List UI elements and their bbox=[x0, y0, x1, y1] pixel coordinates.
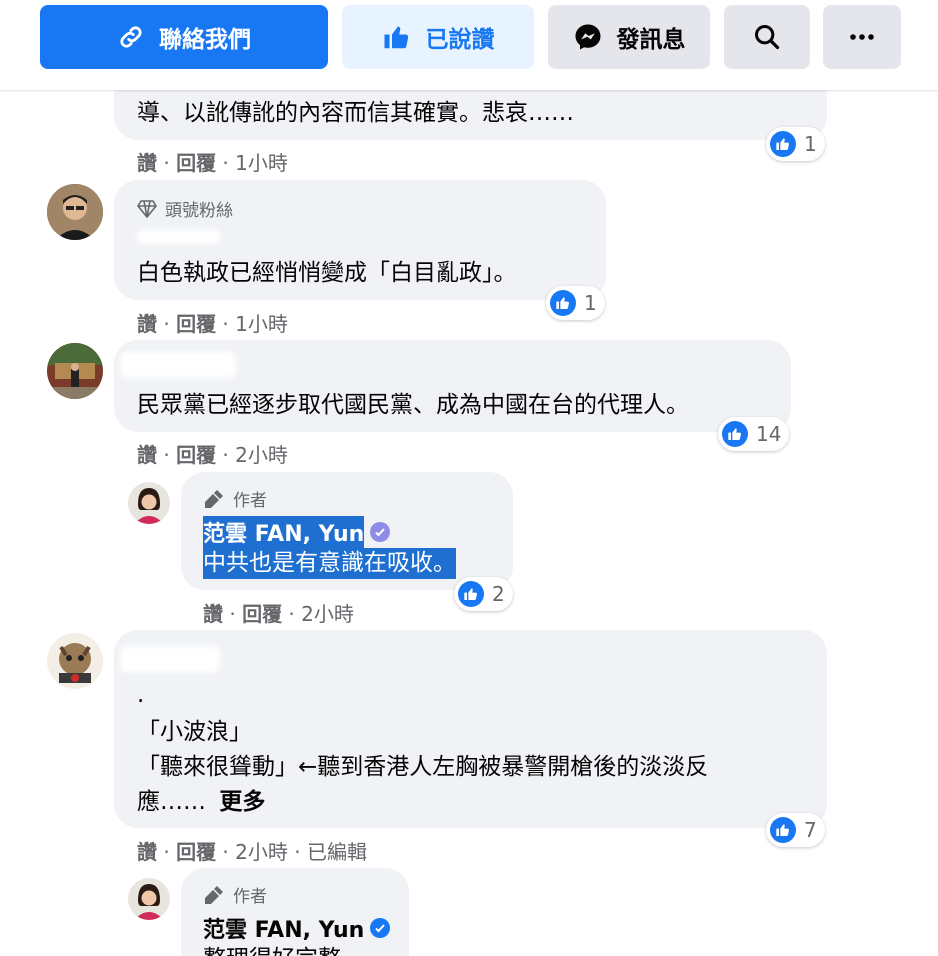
author-name-text: 范雲 FAN, Yun bbox=[203, 918, 365, 943]
redacted-name bbox=[120, 352, 236, 378]
liked-button[interactable]: 已說讚 bbox=[342, 5, 534, 69]
comments-feed: 導、以訛傳訛的內容而信其確實。悲哀…… 1 讚 · 回覆 · 1小時 頭號粉絲 … bbox=[0, 90, 938, 956]
more-horizontal-icon bbox=[850, 34, 874, 40]
comment-text: 「聽來很聳動」←聽到香港人左胸被暴警開槍後的淡淡反 bbox=[137, 754, 709, 780]
reply-time[interactable]: 2小時 bbox=[301, 602, 354, 626]
like-link[interactable]: 讚 bbox=[137, 151, 157, 175]
reaction-number: 1 bbox=[584, 291, 597, 315]
reaction-number: 7 bbox=[804, 818, 817, 842]
reply-actions: 讚 · 回覆 · 2小時 bbox=[203, 602, 354, 626]
reaction-count[interactable]: 1 bbox=[766, 127, 825, 161]
commenter-avatar[interactable] bbox=[47, 343, 103, 399]
microphone-icon bbox=[205, 885, 223, 904]
reaction-number: 2 bbox=[492, 582, 505, 606]
reply-link[interactable]: 回覆 bbox=[176, 840, 216, 864]
diamond-icon bbox=[137, 199, 157, 218]
like-link[interactable]: 讚 bbox=[137, 443, 157, 467]
more-options-button[interactable] bbox=[823, 5, 901, 69]
messenger-icon bbox=[575, 24, 600, 50]
like-reaction-icon bbox=[722, 421, 748, 447]
link-icon bbox=[120, 26, 142, 48]
contact-us-button[interactable]: 聯絡我們 bbox=[40, 5, 328, 69]
like-reaction-icon bbox=[770, 817, 796, 843]
reply-text: 中共也是有意識在吸收。 bbox=[203, 548, 456, 579]
edited-label: 已編輯 bbox=[306, 840, 367, 864]
liked-label: 已說讚 bbox=[425, 27, 495, 53]
author-avatar[interactable] bbox=[128, 482, 170, 524]
author-name-text: 范雲 FAN, Yun bbox=[203, 516, 365, 548]
comment-actions: 讚 · 回覆 · 2小時 · 已編輯 bbox=[137, 840, 367, 864]
author-label: 作者 bbox=[233, 491, 267, 511]
comment-text-end: 應…… bbox=[137, 789, 206, 815]
like-link[interactable]: 讚 bbox=[137, 312, 157, 336]
comment-time[interactable]: 1小時 bbox=[235, 312, 288, 336]
reply-link[interactable]: 回覆 bbox=[176, 312, 216, 336]
comment-time[interactable]: 2小時 bbox=[235, 443, 288, 467]
microphone-icon bbox=[205, 489, 223, 508]
comment-text: 導、以訛傳訛的內容而信其確實。悲哀…… bbox=[137, 100, 574, 126]
reaction-count[interactable]: 7 bbox=[766, 813, 825, 847]
like-reaction-icon bbox=[458, 581, 484, 607]
verified-badge-icon bbox=[370, 522, 391, 542]
reply-link[interactable]: 回覆 bbox=[242, 602, 282, 626]
contact-us-label: 聯絡我們 bbox=[159, 27, 251, 53]
comment-text: 應…… 更多 bbox=[137, 787, 265, 818]
reaction-count[interactable]: 2 bbox=[454, 577, 513, 611]
comment-text: . bbox=[137, 682, 145, 708]
send-message-button[interactable]: 發訊息 bbox=[548, 5, 710, 69]
like-reaction-icon bbox=[770, 131, 796, 157]
reply-link[interactable]: 回覆 bbox=[176, 443, 216, 467]
reaction-number: 1 bbox=[804, 132, 817, 156]
redacted-name bbox=[137, 230, 221, 244]
comment-time[interactable]: 2小時 bbox=[235, 840, 288, 864]
badge-label: 頭號粉絲 bbox=[165, 201, 233, 221]
like-link[interactable]: 讚 bbox=[137, 840, 157, 864]
reaction-count[interactable]: 14 bbox=[718, 417, 790, 451]
reaction-number: 14 bbox=[756, 422, 782, 446]
see-more-link[interactable]: 更多 bbox=[219, 789, 265, 815]
comment-text: 白色執政已經悄悄變成「白目亂政」。 bbox=[137, 260, 517, 286]
redacted-name bbox=[120, 646, 220, 672]
reaction-count[interactable]: 1 bbox=[546, 286, 605, 320]
comment-text: 民眾黨已經逐步取代國民黨、成為中國在台的代理人。 bbox=[137, 392, 689, 418]
search-icon bbox=[754, 24, 780, 50]
comment-actions: 讚 · 回覆 · 1小時 bbox=[137, 312, 288, 336]
author-badge: 作者 bbox=[203, 486, 267, 511]
page-action-bar: 聯絡我們 已說讚 發訊息 bbox=[0, 0, 938, 90]
verified-badge-icon bbox=[370, 918, 391, 938]
comment-actions: 讚 · 回覆 · 1小時 bbox=[137, 151, 288, 175]
send-message-label: 發訊息 bbox=[616, 27, 686, 53]
author-label: 作者 bbox=[233, 887, 267, 907]
like-reaction-icon bbox=[550, 290, 576, 316]
author-name[interactable]: 范雲 FAN, Yun bbox=[203, 912, 391, 944]
comment-text: 「小波浪」 bbox=[137, 719, 252, 745]
comment-actions: 讚 · 回覆 · 2小時 bbox=[137, 443, 288, 467]
thumbs-up-icon bbox=[384, 26, 408, 49]
search-button[interactable] bbox=[724, 5, 810, 69]
commenter-avatar[interactable] bbox=[47, 633, 103, 689]
comment-time[interactable]: 1小時 bbox=[235, 151, 288, 175]
author-badge: 作者 bbox=[203, 882, 267, 907]
author-name[interactable]: 范雲 FAN, Yun bbox=[203, 516, 391, 548]
author-avatar[interactable] bbox=[128, 878, 170, 920]
reply-link[interactable]: 回覆 bbox=[176, 151, 216, 175]
like-link[interactable]: 讚 bbox=[203, 602, 223, 626]
commenter-avatar[interactable] bbox=[47, 184, 103, 240]
top-fan-badge: 頭號粉絲 bbox=[137, 196, 233, 221]
reply-text: 整理得好完整 bbox=[203, 944, 341, 956]
